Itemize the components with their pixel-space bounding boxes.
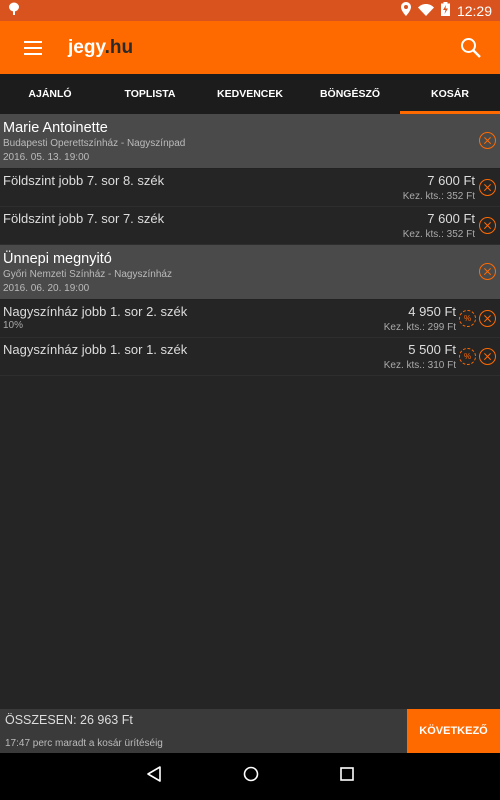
android-debug-icon	[8, 2, 20, 19]
wifi-icon	[417, 3, 434, 19]
app-bar: jegy.hu	[0, 21, 500, 74]
ticket-row: Földszint jobb 7. sor 7. szék 7 600 Ft K…	[0, 207, 500, 245]
battery-charging-icon	[440, 2, 450, 19]
discount-icon[interactable]: %	[459, 348, 476, 365]
ticket-seat: Földszint jobb 7. sor 8. szék	[3, 173, 165, 188]
event-venue: Győri Nemzeti Színház - Nagyszínház	[3, 269, 172, 280]
remove-event-icon[interactable]	[479, 132, 496, 149]
tab-kedvencek[interactable]: KEDVENCEK	[200, 74, 300, 114]
menu-icon[interactable]	[24, 40, 42, 55]
ticket-price: 5 500 Ft	[408, 342, 456, 357]
remove-ticket-icon[interactable]	[479, 348, 496, 365]
ticket-price: 4 950 Ft	[408, 304, 456, 319]
tab-bar: AJÁNLÓ TOPLISTA KEDVENCEK BÖNGÉSZŐ KOSÁR	[0, 74, 500, 114]
status-time: 12:29	[456, 2, 492, 19]
discount-icon[interactable]: %	[459, 310, 476, 327]
remove-ticket-icon[interactable]	[479, 310, 496, 327]
status-bar: 12:29	[0, 0, 500, 21]
event-venue: Budapesti Operettszínház - Nagyszínpad	[3, 138, 186, 149]
tab-kosar[interactable]: KOSÁR	[400, 74, 500, 114]
ticket-fee: Kez. kts.: 352 Ft	[402, 229, 475, 240]
cart-footer: ÖSSZESEN: 26 963 Ft 17:47 perc maradt a …	[0, 709, 500, 753]
ticket-price: 7 600 Ft	[427, 211, 475, 226]
next-button[interactable]: KÖVETKEZŐ	[407, 709, 500, 753]
app-logo: jegy.hu	[68, 36, 134, 58]
back-icon[interactable]	[146, 766, 162, 787]
event-date: 2016. 06. 20. 19:00	[3, 283, 90, 294]
location-icon	[400, 2, 411, 19]
cart-timer: 17:47 perc maradt a kosár ürítéséig	[5, 738, 163, 749]
ticket-seat: Földszint jobb 7. sor 7. szék	[3, 211, 165, 226]
event-title: Ünnepi megnyitó	[3, 251, 112, 267]
cart-total: ÖSSZESEN: 26 963 Ft	[5, 713, 133, 727]
ticket-fee: Kez. kts.: 299 Ft	[383, 322, 456, 333]
ticket-row: Földszint jobb 7. sor 8. szék 7 600 Ft K…	[0, 169, 500, 207]
tab-bongeszo[interactable]: BÖNGÉSZŐ	[300, 74, 400, 114]
event-header: Ünnepi megnyitó Győri Nemzeti Színház - …	[0, 245, 500, 300]
ticket-row: Nagyszínház jobb 1. sor 1. szék 5 500 Ft…	[0, 338, 500, 376]
event-title: Marie Antoinette	[3, 120, 108, 136]
tab-toplista[interactable]: TOPLISTA	[100, 74, 200, 114]
system-nav-bar	[0, 753, 500, 800]
event-header: Marie Antoinette Budapesti Operettszínhá…	[0, 114, 500, 169]
recents-icon[interactable]	[340, 767, 355, 786]
tab-ajanlo[interactable]: AJÁNLÓ	[0, 74, 100, 114]
search-icon[interactable]	[460, 37, 482, 59]
remove-ticket-icon[interactable]	[479, 179, 496, 196]
remove-event-icon[interactable]	[479, 263, 496, 280]
home-icon[interactable]	[243, 766, 259, 787]
remove-ticket-icon[interactable]	[479, 217, 496, 234]
ticket-fee: Kez. kts.: 310 Ft	[383, 360, 456, 371]
ticket-fee: Kez. kts.: 352 Ft	[402, 191, 475, 202]
ticket-row: Nagyszínház jobb 1. sor 2. szék 10% 4 95…	[0, 300, 500, 338]
ticket-price: 7 600 Ft	[427, 173, 475, 188]
event-date: 2016. 05. 13. 19:00	[3, 152, 90, 163]
cart-list: Marie Antoinette Budapesti Operettszínhá…	[0, 114, 500, 709]
